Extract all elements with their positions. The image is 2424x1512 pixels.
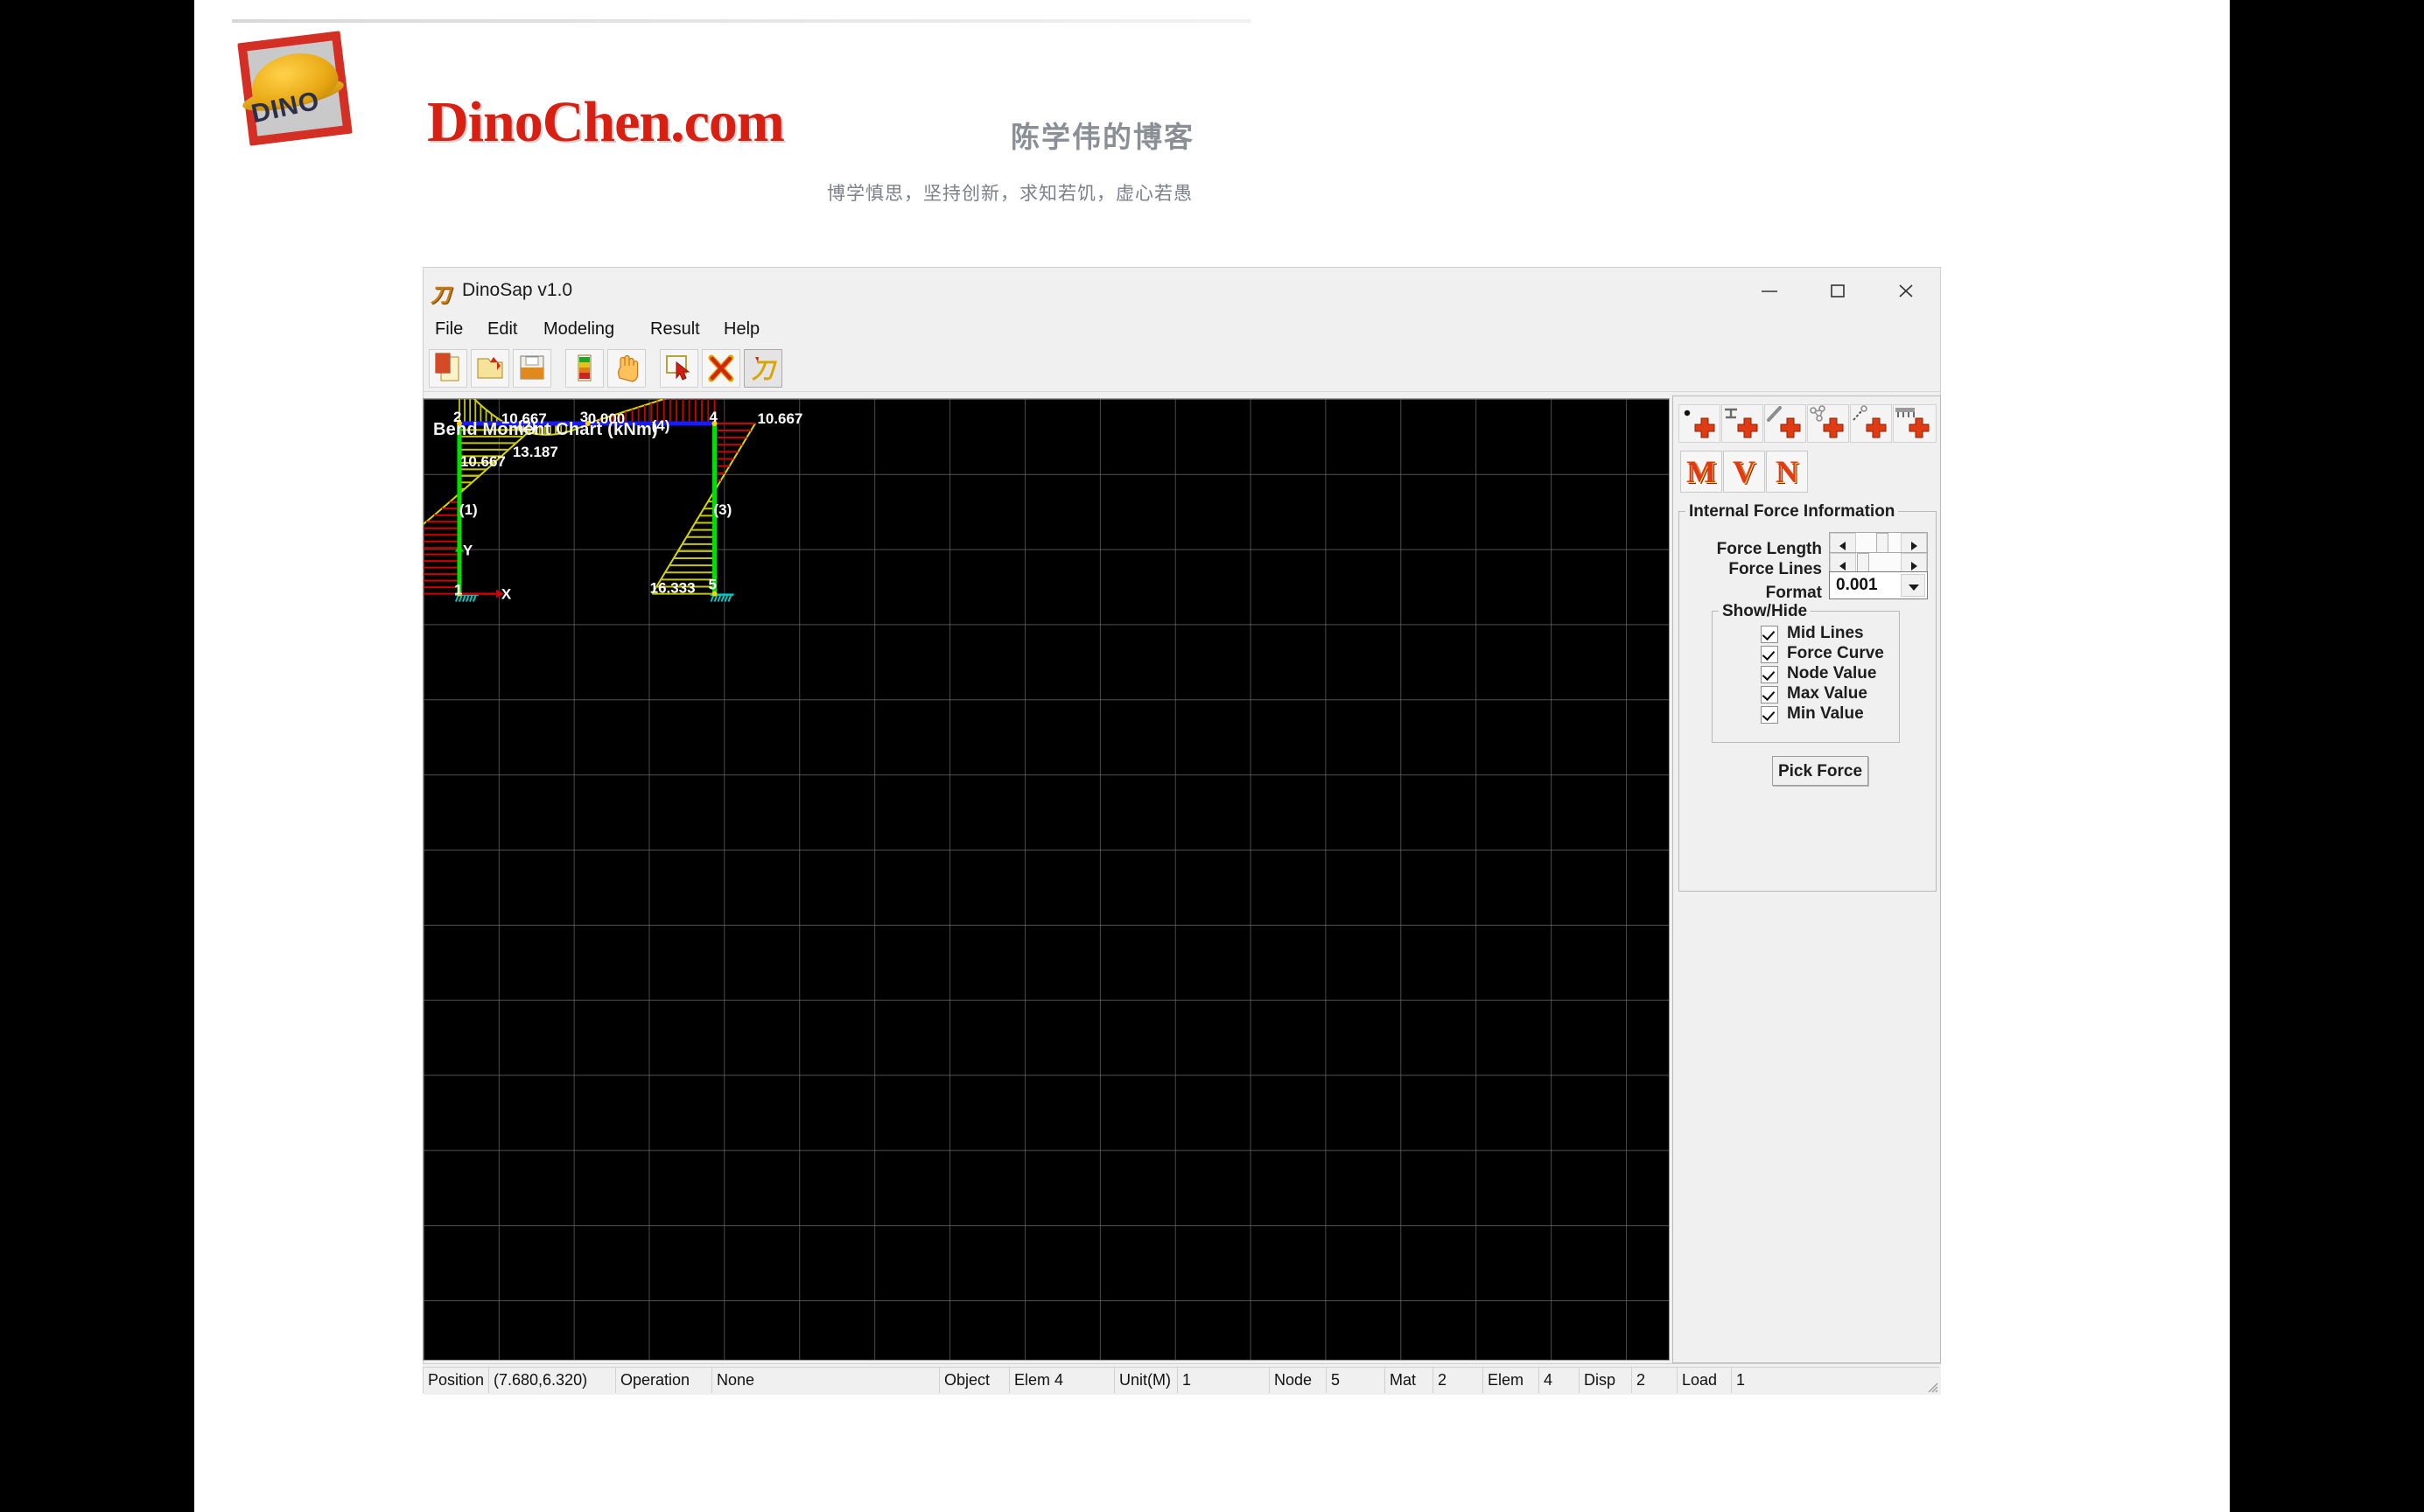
force-curve-label: Force Curve [1787, 644, 1884, 662]
pick-force-button[interactable]: Pick Force [1772, 756, 1868, 786]
add-element-button[interactable] [1764, 404, 1806, 443]
select-button[interactable] [660, 349, 698, 388]
close-button[interactable] [1872, 268, 1940, 313]
chart-axis-label: X [501, 586, 512, 603]
drawing-canvas[interactable]: Bend Moment Chart (kNm) 2 3 4 1 5 10.667 0.000… [423, 398, 1670, 1361]
status-label-operation: Operation [615, 1367, 711, 1393]
status-value-object: Elem 4 [1009, 1367, 1114, 1393]
min-value-checkbox-icon[interactable] [1761, 706, 1778, 724]
chart-element-label: (1) [459, 501, 478, 518]
menu-help[interactable]: Help [718, 317, 766, 341]
node-value-checkbox-icon[interactable] [1761, 666, 1778, 683]
chart-min-value: 10.667 [460, 453, 506, 470]
window-title: DinoSap v1.0 [462, 280, 573, 300]
mid-lines-label: Mid Lines [1787, 624, 1864, 642]
node-value-label: Node Value [1787, 664, 1877, 682]
banner-rule [232, 19, 1251, 23]
chart-node-label: 4 [710, 409, 718, 425]
add-distributed-load-button[interactable] [1893, 404, 1937, 443]
max-value-checkbox-icon[interactable] [1761, 686, 1778, 704]
status-label-node: Node [1269, 1367, 1326, 1393]
chevron-down-icon[interactable] [1901, 574, 1925, 597]
status-value-position: (7.680,6.320) [488, 1367, 615, 1393]
minimize-button[interactable] [1735, 268, 1804, 313]
screenshot-root: DINO DinoChen.com 陈学伟的博客 博学慎思，坚持创新，求知若饥，… [0, 0, 2424, 1512]
dinosap-icon: 刀 [431, 284, 451, 306]
material-button[interactable] [565, 349, 604, 388]
format-value: 0.001 [1836, 576, 1878, 594]
status-value-disp: 2 [1631, 1367, 1677, 1393]
shear-diagram-button[interactable]: V [1723, 451, 1765, 493]
bend-moment-diagram: 2341510.6670.00010.66710.66710.66713.187… [424, 399, 1669, 1360]
dinochen-logo: DINO [237, 31, 354, 146]
status-label-elem: Elem [1482, 1367, 1538, 1393]
status-label-position: Position [423, 1367, 488, 1393]
status-value-load: 1 [1731, 1367, 1939, 1393]
svg-text:刀: 刀 [752, 358, 777, 383]
status-value-node: 5 [1326, 1367, 1384, 1393]
status-value-elem: 4 [1538, 1367, 1579, 1393]
save-file-button[interactable] [513, 349, 551, 388]
chart-axis-label: Y [463, 542, 473, 559]
status-label-object: Object [939, 1367, 1009, 1393]
menu-result[interactable]: Result [644, 317, 706, 341]
title-bar: 刀 DinoSap v1.0 [424, 268, 1940, 313]
status-value-unit: 1 [1177, 1367, 1269, 1393]
menu-bar: File Edit Modeling Result Help [424, 313, 1940, 345]
format-select[interactable]: 0.001 [1829, 571, 1928, 599]
delete-button[interactable] [702, 349, 740, 388]
show-hide-group-title: Show/Hide [1719, 602, 1811, 621]
site-motto: 博学慎思，坚持创新，求知若饥，虚心若愚 [827, 183, 1193, 204]
open-file-button[interactable] [471, 349, 509, 388]
format-label: Format [1765, 584, 1822, 602]
brand-title: DinoChen.com [427, 90, 785, 154]
chart-max-value: 13.187 [513, 444, 558, 460]
add-section-button[interactable] [1807, 404, 1849, 443]
chart-node-label: 1 [454, 582, 462, 598]
status-label-unit: Unit(M) [1114, 1367, 1177, 1393]
new-file-button[interactable] [429, 349, 467, 388]
tool-bar: 刀 [424, 345, 1940, 392]
menu-file[interactable]: File [429, 317, 469, 341]
mid-lines-checkbox-icon[interactable] [1761, 626, 1778, 643]
max-value-label: Max Value [1787, 684, 1867, 703]
status-label-disp: Disp [1579, 1367, 1631, 1393]
chart-max-value: 16.333 [650, 580, 696, 597]
chart-node-value: 10.667 [757, 410, 802, 427]
maximize-button[interactable] [1804, 268, 1872, 313]
resize-grip-icon[interactable] [1924, 1379, 1938, 1393]
force-lines-label: Force Lines [1728, 560, 1822, 578]
axial-diagram-button[interactable]: N [1766, 451, 1808, 493]
add-node-button[interactable] [1678, 404, 1720, 443]
chart-element-label: (3) [714, 501, 732, 518]
status-bar: Position (7.680,6.320) Operation None Ob… [423, 1363, 1941, 1395]
brand-subtitle-cn: 陈学伟的博客 [1011, 120, 1194, 154]
force-length-label: Force Length [1716, 540, 1822, 558]
add-support-button[interactable] [1721, 404, 1763, 443]
menu-edit[interactable]: Edit [481, 317, 523, 341]
min-value-label: Min Value [1787, 704, 1864, 723]
status-label-load: Load [1677, 1367, 1731, 1393]
status-label-mat: Mat [1384, 1367, 1433, 1393]
internal-force-group-title: Internal Force Information [1685, 502, 1899, 522]
chart-title: Bend Moment Chart (kNm) [433, 420, 658, 439]
run-analysis-button[interactable]: 刀 [744, 349, 782, 388]
status-value-operation: None [711, 1367, 939, 1393]
moment-diagram-button[interactable]: M [1680, 451, 1722, 493]
chart-node-label: 5 [709, 577, 717, 593]
side-panel: M V N Internal Force Information Force L… [1672, 396, 1941, 1363]
menu-modeling[interactable]: Modeling [537, 317, 620, 341]
pan-button[interactable] [607, 349, 646, 388]
status-value-mat: 2 [1433, 1367, 1482, 1393]
add-load-button[interactable] [1850, 404, 1892, 443]
force-curve-checkbox-icon[interactable] [1761, 646, 1778, 663]
